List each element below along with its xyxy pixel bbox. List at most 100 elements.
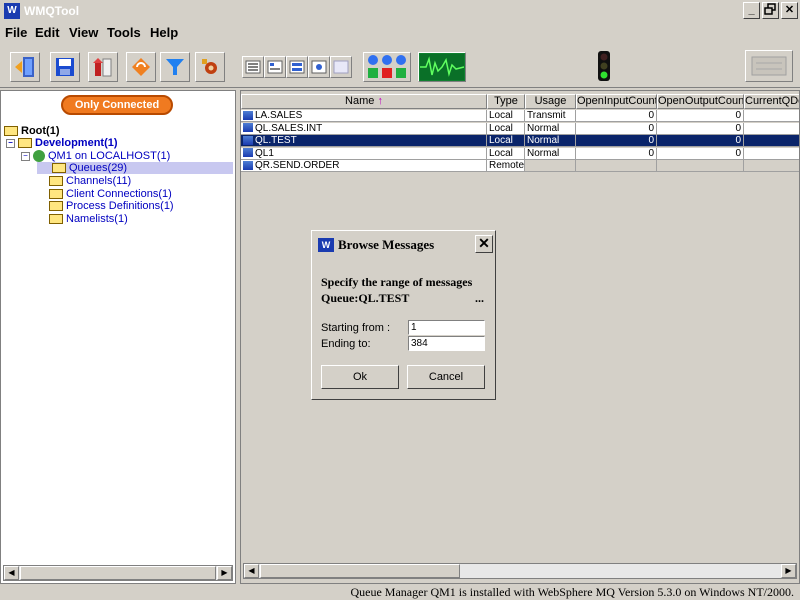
cell-name: LA.SALES bbox=[241, 110, 487, 122]
column-header-current-depth[interactable]: CurrentQDe bbox=[744, 94, 799, 109]
tree-item-namelists[interactable]: Namelists(1) bbox=[49, 213, 128, 225]
folder-icon bbox=[4, 126, 18, 136]
cell-usage: Normal bbox=[525, 147, 576, 160]
tree-label: Root(1) bbox=[21, 125, 60, 137]
status-bar: Queue Manager QM1 is installed with WebS… bbox=[0, 584, 800, 600]
import-icon[interactable] bbox=[88, 52, 118, 82]
ending-to-input[interactable] bbox=[408, 336, 485, 351]
starting-from-input[interactable] bbox=[408, 320, 485, 335]
window-title: WMQTool bbox=[24, 4, 80, 18]
cancel-button[interactable]: Cancel bbox=[407, 365, 485, 389]
queue-icon bbox=[243, 148, 253, 158]
blank-view-icon[interactable] bbox=[330, 56, 352, 78]
dialog-instruction: Specify the range of messages bbox=[321, 275, 473, 289]
toolbar bbox=[0, 44, 800, 88]
column-header-open-input-count[interactable]: OpenInputCount bbox=[576, 94, 657, 109]
queue-icon bbox=[243, 135, 253, 145]
close-button[interactable]: ✕ bbox=[781, 2, 798, 19]
table-row[interactable]: QR.SEND.ORDER Remote bbox=[241, 160, 799, 172]
refresh-icon[interactable] bbox=[126, 52, 156, 82]
settings-gear-icon[interactable] bbox=[195, 52, 225, 82]
menu-help[interactable]: Help bbox=[150, 25, 178, 40]
table-row[interactable]: LA.SALES Local Transmit 0 0 bbox=[241, 110, 799, 122]
cell-open-input-count: 0 bbox=[576, 135, 657, 147]
tree-item-development[interactable]: − Development(1) bbox=[6, 137, 118, 149]
table-horizontal-scrollbar[interactable]: ◀ ▶ bbox=[243, 563, 797, 579]
column-header-usage[interactable]: Usage bbox=[525, 94, 576, 109]
app-logo-icon: W bbox=[4, 3, 20, 19]
browse-messages-dialog: W Browse Messages ✕ Specify the range of… bbox=[311, 230, 496, 400]
cell-usage: Normal bbox=[525, 122, 576, 135]
dialog-queue-label: Queue:QL.TEST bbox=[321, 291, 410, 305]
save-icon[interactable] bbox=[50, 52, 80, 82]
column-header-open-output-count[interactable]: OpenOutputCount bbox=[657, 94, 744, 109]
restore-button[interactable] bbox=[762, 2, 779, 19]
scroll-right-icon[interactable]: ▶ bbox=[217, 566, 232, 580]
cell-open-output-count: 0 bbox=[657, 122, 744, 135]
cell-type: Local bbox=[487, 135, 525, 147]
scroll-left-icon[interactable]: ◀ bbox=[4, 566, 19, 580]
column-header-name[interactable]: Name ↑ bbox=[241, 94, 487, 109]
cell-current-depth bbox=[744, 147, 799, 160]
menu-bar: File Edit View Tools Help bbox=[0, 22, 800, 42]
cell-current-depth bbox=[744, 110, 799, 122]
queue-name: QL1 bbox=[255, 147, 274, 159]
channel-view-icon[interactable] bbox=[308, 56, 330, 78]
table-row[interactable]: QL1 Local Normal 0 0 bbox=[241, 147, 799, 160]
cell-name: QL.SALES.INT bbox=[241, 122, 487, 135]
filter-icon[interactable] bbox=[160, 52, 190, 82]
dialog-title: Browse Messages bbox=[338, 237, 435, 252]
cell-open-input-count: 0 bbox=[576, 147, 657, 160]
minimize-button[interactable]: _ bbox=[743, 2, 760, 19]
tree-label: Development(1) bbox=[35, 137, 118, 149]
queue-view-icon[interactable] bbox=[286, 56, 308, 78]
table-row[interactable]: QL.TEST Local Normal 0 0 bbox=[241, 135, 799, 147]
column-header-type[interactable]: Type bbox=[487, 94, 525, 109]
list-view-icon[interactable] bbox=[242, 56, 264, 78]
cell-open-input-count: 0 bbox=[576, 122, 657, 135]
ending-to-label: Ending to: bbox=[321, 338, 371, 350]
cell-open-input-count bbox=[576, 160, 657, 172]
queue-name: QL.SALES.INT bbox=[255, 122, 323, 134]
queue-manager-icon bbox=[33, 150, 45, 162]
traffic-light-icon bbox=[594, 50, 614, 82]
monitor-waveform-icon[interactable] bbox=[418, 52, 466, 82]
tree-item-queue-manager[interactable]: − QM1 on LOCALHOST(1) bbox=[21, 150, 170, 162]
tree-item-root[interactable]: Root(1) bbox=[4, 125, 60, 137]
folder-icon bbox=[49, 176, 63, 186]
menu-view[interactable]: View bbox=[69, 25, 98, 40]
exit-door-icon[interactable] bbox=[10, 52, 40, 82]
cell-name: QL.TEST bbox=[241, 135, 487, 147]
cell-type: Remote bbox=[487, 160, 525, 172]
menu-edit[interactable]: Edit bbox=[35, 25, 60, 40]
scroll-thumb[interactable] bbox=[260, 564, 460, 578]
tree-label: Namelists(1) bbox=[66, 213, 128, 225]
queue-name: QL.TEST bbox=[255, 135, 297, 146]
collapse-icon[interactable]: − bbox=[6, 138, 15, 148]
scroll-thumb[interactable] bbox=[20, 566, 216, 580]
status-lights-icon[interactable] bbox=[363, 52, 411, 82]
cell-open-output-count bbox=[657, 160, 744, 172]
queue-icon bbox=[243, 160, 253, 170]
folder-icon bbox=[18, 138, 32, 148]
scroll-left-icon[interactable]: ◀ bbox=[244, 564, 259, 578]
menu-file[interactable]: File bbox=[5, 25, 27, 40]
table-row[interactable]: QL.SALES.INT Local Normal 0 0 bbox=[241, 122, 799, 135]
tree-item-queues[interactable]: Queues(29) bbox=[37, 162, 233, 174]
tree-item-client-connections[interactable]: Client Connections(1) bbox=[49, 188, 172, 200]
dialog-close-button[interactable]: ✕ bbox=[475, 235, 493, 253]
ok-button[interactable]: Ok bbox=[321, 365, 399, 389]
tree-horizontal-scrollbar[interactable]: ◀ ▶ bbox=[3, 565, 233, 581]
queue-icon bbox=[243, 110, 253, 120]
tree-item-process-definitions[interactable]: Process Definitions(1) bbox=[49, 200, 174, 212]
folder-icon bbox=[52, 163, 66, 173]
tree-item-channels[interactable]: Channels(11) bbox=[49, 175, 131, 187]
detail-view-icon[interactable] bbox=[264, 56, 286, 78]
scroll-right-icon[interactable]: ▶ bbox=[781, 564, 796, 578]
tree-label: Queues(29) bbox=[69, 162, 128, 174]
cell-open-output-count: 0 bbox=[657, 110, 744, 122]
menu-tools[interactable]: Tools bbox=[107, 25, 141, 40]
cell-usage: Transmit bbox=[525, 110, 576, 122]
only-connected-button[interactable]: Only Connected bbox=[61, 95, 173, 115]
collapse-icon[interactable]: − bbox=[21, 151, 30, 161]
